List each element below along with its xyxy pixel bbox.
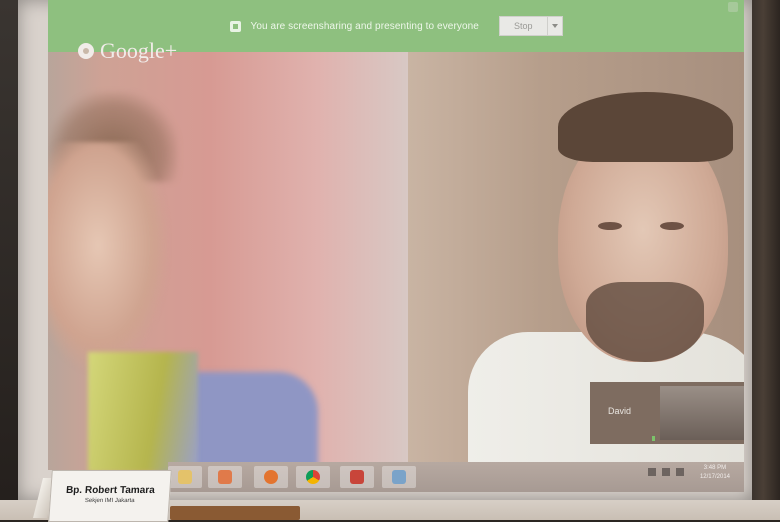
participant-face bbox=[48, 142, 168, 372]
speaker-beard bbox=[586, 282, 704, 362]
room-camera-thumbnail bbox=[660, 386, 744, 440]
projected-desktop: You are screensharing and presenting to … bbox=[48, 0, 744, 470]
volume-icon[interactable] bbox=[676, 468, 684, 476]
speaker-eye-left bbox=[598, 222, 622, 230]
taskbar-clock[interactable]: 3:48 PM 12/17/2014 bbox=[700, 464, 730, 482]
acrobat-icon bbox=[350, 470, 364, 484]
video-feed-left bbox=[48, 52, 408, 470]
nameplate-name: Bp. Robert Tamara bbox=[65, 485, 156, 496]
hangouts-icon bbox=[78, 43, 94, 59]
google-plus-logo: Google+ bbox=[78, 38, 177, 64]
taskbar-chrome[interactable] bbox=[296, 466, 330, 488]
network-icon[interactable] bbox=[662, 468, 670, 476]
media-player-icon bbox=[218, 470, 232, 484]
firefox-icon bbox=[264, 470, 278, 484]
screenshare-message: You are screensharing and presenting to … bbox=[250, 20, 479, 32]
taskbar-acrobat[interactable] bbox=[340, 466, 374, 488]
photos-icon bbox=[392, 470, 406, 484]
windows-taskbar: 3:48 PM 12/17/2014 bbox=[168, 462, 744, 492]
brand-label: Google+ bbox=[100, 38, 178, 63]
mic-level-indicator bbox=[652, 436, 655, 441]
speaker-eye-right bbox=[660, 222, 684, 230]
nameplate-card: Bp. Robert Tamara Sekjen IMI Jakarta bbox=[48, 470, 172, 522]
self-preview-name: David bbox=[608, 406, 632, 416]
close-icon[interactable] bbox=[728, 2, 738, 12]
wooden-object bbox=[170, 506, 300, 520]
chrome-icon bbox=[306, 470, 320, 484]
projector-screen: You are screensharing and presenting to … bbox=[18, 0, 752, 500]
file-explorer-icon bbox=[178, 470, 192, 484]
taskbar-media-player[interactable] bbox=[208, 466, 242, 488]
taskbar-firefox[interactable] bbox=[254, 466, 288, 488]
clock-date: 12/17/2014 bbox=[699, 474, 730, 480]
participant-shirt bbox=[88, 352, 198, 470]
speaker-hair bbox=[558, 92, 733, 162]
stop-sharing-button[interactable]: Stop bbox=[498, 16, 563, 36]
flag-icon[interactable] bbox=[648, 468, 656, 476]
self-preview-tile[interactable]: David bbox=[590, 382, 744, 444]
taskbar-file-explorer[interactable] bbox=[168, 466, 202, 488]
screenshare-icon bbox=[229, 20, 241, 32]
taskbar-photos[interactable] bbox=[382, 466, 416, 488]
room-wall-left bbox=[0, 0, 18, 520]
clock-time: 3:48 PM bbox=[703, 465, 727, 471]
nameplate-subtitle: Sekjen IMI Jakarta bbox=[84, 498, 135, 504]
chevron-down-icon[interactable] bbox=[546, 17, 562, 35]
room-wall-right bbox=[752, 0, 780, 520]
stop-label: Stop bbox=[513, 21, 533, 31]
system-tray bbox=[648, 468, 684, 476]
